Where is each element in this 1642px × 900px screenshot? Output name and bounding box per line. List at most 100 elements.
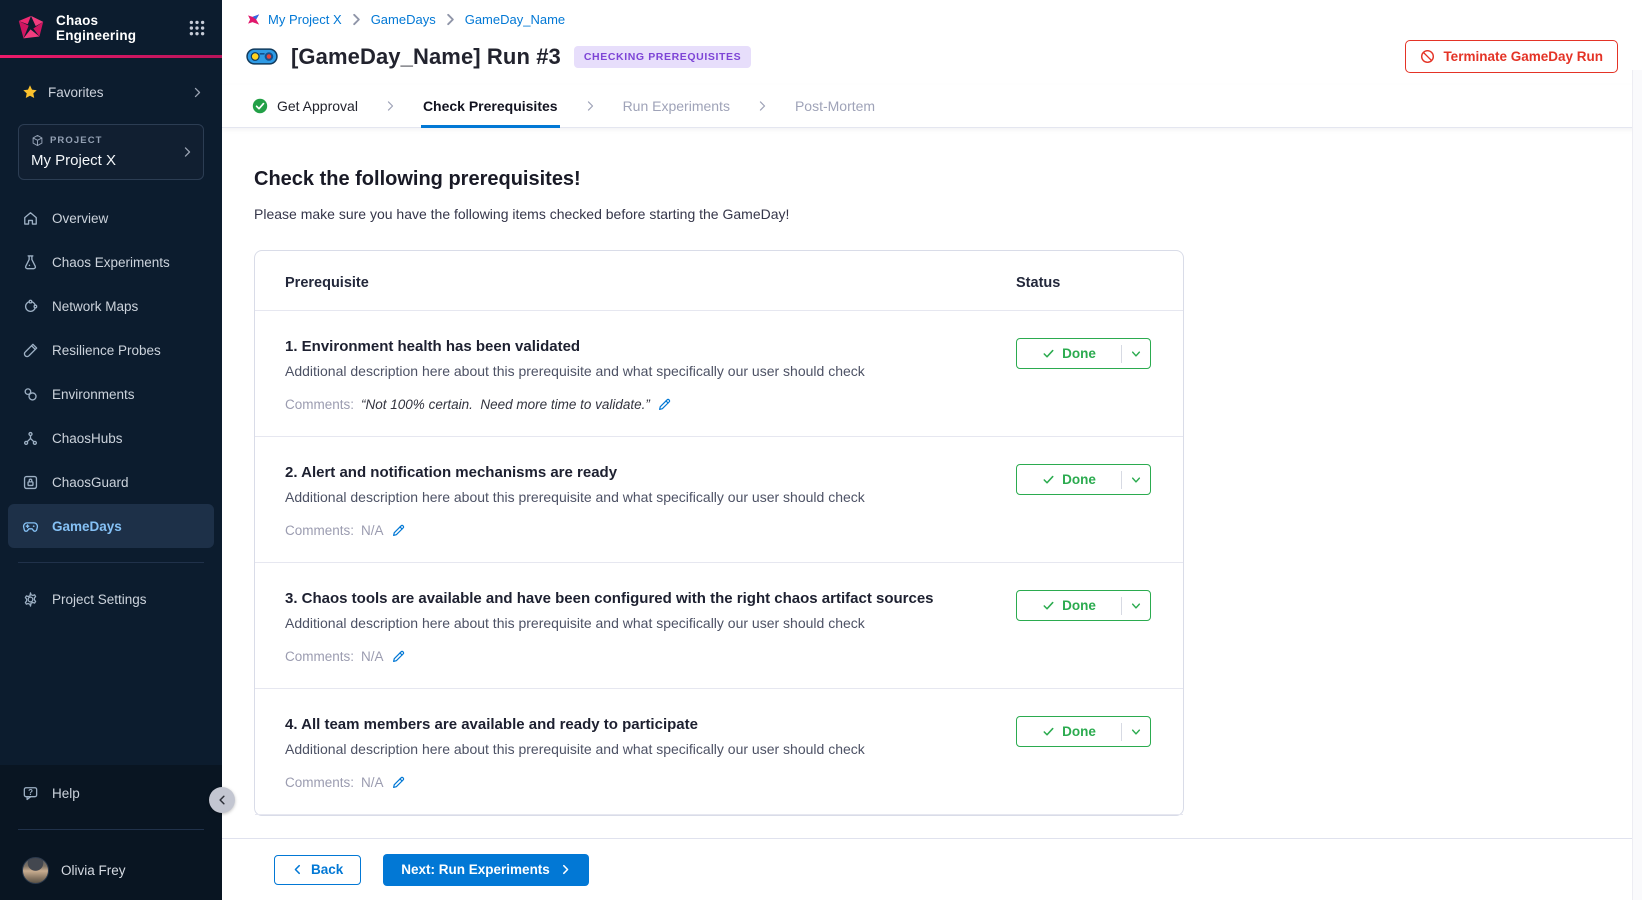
- chevron-down-icon: [1130, 474, 1142, 486]
- sidebar-item-label: ChaosHubs: [52, 431, 123, 446]
- status-label: Done: [1062, 724, 1096, 739]
- status-dropdown[interactable]: [1122, 726, 1150, 738]
- step-label: Get Approval: [277, 98, 358, 114]
- comments-label: Comments:: [285, 397, 354, 412]
- terminate-gameday-button[interactable]: Terminate GameDay Run: [1405, 40, 1618, 73]
- status-done-button[interactable]: Done: [1016, 464, 1151, 495]
- sidebar-item-chaoshubs[interactable]: ChaosHubs: [8, 416, 214, 460]
- sidebar-item-label: Help: [52, 786, 80, 801]
- prerequisite-comments: Comments:N/A: [285, 523, 986, 538]
- gamepad-icon: [22, 518, 39, 535]
- sidebar-divider: [18, 562, 204, 563]
- sidebar-bottom: ? Help Olivia Frey: [0, 765, 222, 900]
- app-window: Chaos Engineering Favorites: [0, 0, 1642, 900]
- avatar: [22, 857, 49, 884]
- sidebar-item-network-maps[interactable]: Network Maps: [8, 284, 214, 328]
- step-post-mortem[interactable]: Post-Mortem: [793, 85, 877, 127]
- prerequisite-title: 1. Environment health has been validated: [285, 338, 986, 355]
- sidebar-divider: [18, 829, 204, 830]
- breadcrumb-link-my-project-x[interactable]: My Project X: [268, 12, 342, 27]
- step-check-prerequisites[interactable]: Check Prerequisites: [421, 85, 560, 127]
- status-label: Done: [1062, 598, 1096, 613]
- chevron-right-icon: [181, 146, 194, 159]
- prerequisite-comments: Comments:N/A: [285, 649, 986, 664]
- gamepad-emoji-icon: [246, 46, 278, 67]
- sidebar-item-label: ChaosGuard: [52, 475, 129, 490]
- chevron-down-icon: [1130, 600, 1142, 612]
- breadcrumb-link-gamedays[interactable]: GameDays: [371, 12, 436, 27]
- sidebar-item-favorites[interactable]: Favorites: [0, 80, 222, 104]
- prerequisite-row: 3. Chaos tools are available and have be…: [255, 563, 1183, 689]
- sidebar-item-help[interactable]: ? Help: [8, 771, 214, 815]
- project-selector[interactable]: PROJECT My Project X: [18, 124, 204, 180]
- check-icon: [1042, 599, 1055, 612]
- sidebar-item-gamedays[interactable]: GameDays: [8, 504, 214, 548]
- step-run-experiments[interactable]: Run Experiments: [621, 85, 732, 127]
- step-get-approval[interactable]: Get Approval: [250, 85, 360, 127]
- check-icon: [1042, 347, 1055, 360]
- comment-text: N/A: [361, 775, 384, 790]
- chevron-down-icon: [1130, 348, 1142, 360]
- next-run-experiments-button[interactable]: Next: Run Experiments: [383, 854, 589, 886]
- breadcrumb: My Project X GameDays GameDay_Name: [246, 12, 1618, 27]
- status-done-button[interactable]: Done: [1016, 590, 1151, 621]
- prerequisite-main: 4. All team members are available and re…: [285, 716, 1016, 790]
- edit-comment-icon[interactable]: [391, 523, 406, 538]
- content-area: Check the following prerequisites! Pleas…: [222, 128, 1642, 900]
- status-dropdown[interactable]: [1122, 474, 1150, 486]
- column-prerequisite: Prerequisite: [285, 275, 1016, 291]
- page-title: [GameDay_Name] Run #3: [291, 44, 561, 70]
- scrollbar-track[interactable]: [1632, 70, 1642, 900]
- prerequisite-main: 3. Chaos tools are available and have be…: [285, 590, 1016, 664]
- step-label: Run Experiments: [623, 98, 730, 114]
- step-label: Check Prerequisites: [423, 98, 558, 114]
- cube-icon: [31, 134, 44, 147]
- sidebar-item-project-settings[interactable]: Project Settings: [8, 577, 214, 621]
- sidebar-item-chaosguard[interactable]: ChaosGuard: [8, 460, 214, 504]
- help-chat-icon: ?: [22, 785, 39, 802]
- favorites-label: Favorites: [48, 85, 104, 100]
- brand-title: Chaos Engineering: [56, 13, 136, 43]
- sidebar-item-label: Network Maps: [52, 299, 138, 314]
- sidebar-item-label: Project Settings: [52, 592, 147, 607]
- status-dropdown[interactable]: [1122, 600, 1150, 612]
- status-done-button[interactable]: Done: [1016, 716, 1151, 747]
- sidebar-collapse-handle[interactable]: [209, 787, 235, 813]
- status-dropdown[interactable]: [1122, 348, 1150, 360]
- edit-comment-icon[interactable]: [391, 775, 406, 790]
- sidebar-item-environments[interactable]: Environments: [8, 372, 214, 416]
- prerequisite-comments: Comments:N/A: [285, 775, 986, 790]
- breadcrumb-link-gameday-name[interactable]: GameDay_Name: [465, 12, 565, 27]
- sidebar-item-label: Chaos Experiments: [52, 255, 170, 270]
- harness-project-icon: [246, 12, 261, 27]
- probe-icon: [22, 342, 39, 359]
- status-label: Done: [1062, 472, 1096, 487]
- table-header: Prerequisite Status: [255, 251, 1183, 311]
- status-done-button[interactable]: Done: [1016, 338, 1151, 369]
- chevron-down-icon: [1130, 726, 1142, 738]
- sidebar-item-resilience-probes[interactable]: Resilience Probes: [8, 328, 214, 372]
- edit-comment-icon[interactable]: [657, 397, 672, 412]
- edit-comment-icon[interactable]: [391, 649, 406, 664]
- chevron-right-icon: [560, 864, 571, 875]
- chevron-right-icon: [191, 86, 204, 99]
- back-label: Back: [311, 862, 343, 877]
- check-icon: [1042, 725, 1055, 738]
- project-eyebrow-label: PROJECT: [50, 135, 103, 146]
- prerequisite-row: 4. All team members are available and re…: [255, 689, 1183, 815]
- prerequisite-status-cell: Done: [1016, 464, 1153, 538]
- check-icon: [1042, 473, 1055, 486]
- back-button[interactable]: Back: [274, 855, 361, 885]
- column-status: Status: [1016, 275, 1153, 291]
- prerequisite-rows: 1. Environment health has been validated…: [255, 311, 1183, 815]
- brand-divider: [0, 55, 222, 58]
- sidebar-item-chaos-experiments[interactable]: Chaos Experiments: [8, 240, 214, 284]
- comment-text: “Not 100% certain. Need more time to val…: [361, 397, 650, 412]
- step-label: Post-Mortem: [795, 98, 875, 114]
- chevron-right-icon: [384, 85, 397, 127]
- project-name: My Project X: [31, 152, 177, 169]
- app-grid-icon[interactable]: [188, 19, 206, 37]
- sidebar-item-overview[interactable]: Overview: [8, 196, 214, 240]
- status-label: Done: [1062, 346, 1096, 361]
- user-menu[interactable]: Olivia Frey: [0, 844, 222, 900]
